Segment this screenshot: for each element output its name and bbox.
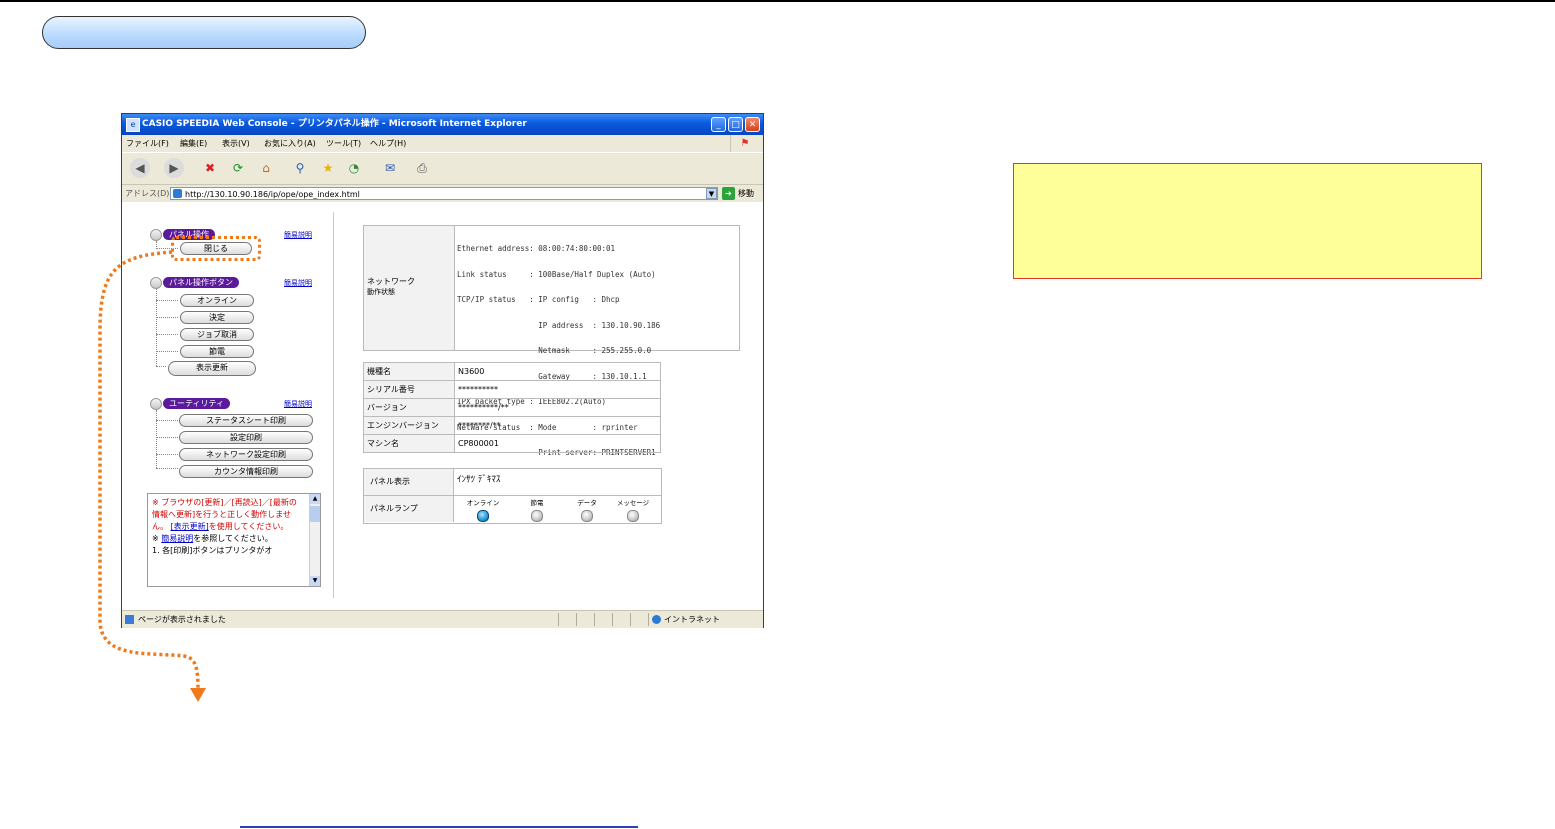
arrow-head-icon bbox=[190, 688, 206, 702]
callout-arrow bbox=[98, 250, 206, 702]
callout-path bbox=[98, 250, 200, 691]
bottom-rule bbox=[240, 826, 638, 828]
